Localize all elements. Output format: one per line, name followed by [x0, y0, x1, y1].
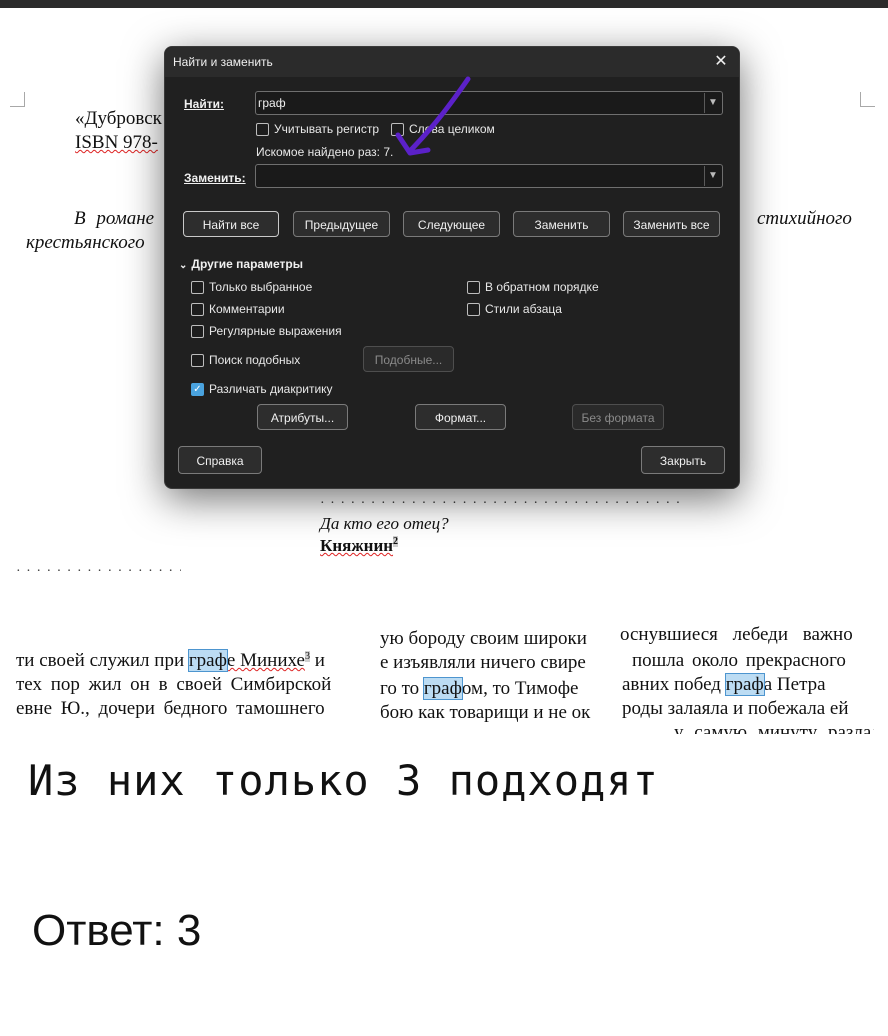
footnote-mark: 2	[393, 536, 399, 548]
checkbox-box[interactable]	[256, 122, 269, 136]
next-button[interactable]: Следующее	[403, 211, 500, 237]
search-results-strip: ти своей служил при графе Минихе3 и тех …	[0, 626, 888, 734]
match-case-label: Учитывать регистр	[274, 122, 380, 136]
text-line: оснувшиеся лебеди важно	[620, 626, 853, 645]
find-all-button[interactable]: Найти все	[183, 211, 279, 237]
match-case-checkbox[interactable]: Учитывать регистр	[256, 122, 379, 136]
comments-checkbox[interactable]: Комментарии	[191, 302, 285, 316]
close-button[interactable]: Закрыть	[641, 446, 725, 474]
selection-only-checkbox[interactable]: Только выбранное	[191, 280, 312, 294]
help-button[interactable]: Справка	[178, 446, 262, 474]
annotation-arrow-icon	[395, 76, 471, 156]
chevron-down-icon[interactable]: ▼	[704, 166, 721, 186]
previous-button[interactable]: Предыдущее	[293, 211, 390, 237]
checkbox-box[interactable]	[467, 280, 480, 294]
text-line: го то графом, то Тимофе	[380, 677, 579, 700]
text-column-3: оснувшиеся лебеди важно пошла около прек…	[620, 626, 874, 734]
text-line: е изъявляли ничего свире	[380, 652, 586, 673]
regex-label: Регулярные выражения	[209, 324, 342, 338]
dotted-line: · · · · · · · · · · · · · · · · · · · · …	[320, 496, 680, 511]
doc-title-line: «Дубровск	[75, 108, 162, 129]
other-params-toggle[interactable]: ⌄ Другие параметры	[179, 257, 303, 271]
found-count-text: Искомое найдено раз: 7.	[256, 145, 394, 159]
page-corner-mark	[10, 92, 25, 107]
replace-all-button[interactable]: Заменить все	[623, 211, 720, 237]
similarity-label: Поиск подобных	[209, 353, 301, 367]
paragraph-styles-label: Стили абзаца	[485, 302, 562, 316]
highlighted-match: граф	[422, 677, 463, 700]
chevron-down-icon[interactable]: ▼	[704, 93, 721, 113]
text-segment: е Минихе	[226, 650, 305, 671]
find-label: Найти:	[184, 97, 224, 111]
close-icon[interactable]: ✕	[711, 52, 731, 72]
text-line: ти своей служил при графе Минихе3 и	[16, 649, 325, 672]
doc-dialog-line: Да кто его отец?	[320, 514, 449, 533]
backwards-label: В обратном порядке	[485, 280, 599, 294]
dialog-title: Найти и заменить	[173, 55, 273, 69]
find-input[interactable]: граф ▼	[255, 91, 723, 115]
regex-checkbox[interactable]: Регулярные выражения	[191, 324, 342, 338]
text-column-2: ую бороду своим широки е изъявляли ничег…	[378, 626, 614, 734]
comments-label: Комментарии	[209, 302, 285, 316]
text-segment: ти своей служил при	[16, 650, 189, 671]
text-segment: авних побед	[622, 674, 726, 695]
text-line: тех пор жил он в своей Симбирской	[16, 674, 332, 695]
checkbox-box[interactable]	[191, 324, 204, 338]
doc-isbn-line: ISBN 978-	[75, 132, 158, 153]
checkbox-box[interactable]	[191, 302, 204, 316]
text-line: бою как товарищи и не ок	[380, 702, 591, 723]
highlighted-match: граф	[724, 673, 765, 696]
selection-only-label: Только выбранное	[209, 280, 313, 294]
answer-text: Ответ: 3	[32, 906, 202, 955]
text-line: пошла около прекрасного	[632, 650, 846, 671]
chevron-down-icon: ⌄	[179, 260, 188, 271]
dotted-separator: · · · · · · · · · · · · · · · · · · · ·	[16, 564, 181, 579]
other-params-label: Другие параметры	[191, 257, 303, 271]
diacritics-checkbox[interactable]: ✓ Различать диакритику	[191, 382, 333, 396]
page-corner-mark	[860, 92, 875, 107]
window-top-bar	[0, 0, 888, 8]
text-column-1: ти своей служил при графе Минихе3 и тех …	[0, 626, 368, 734]
text-line: у самую минуту разлался	[674, 722, 874, 734]
similarity-checkbox[interactable]: Поиск подобных	[191, 353, 300, 367]
find-replace-dialog: Найти и заменить ✕ Найти: граф ▼ Учитыва…	[164, 46, 740, 489]
doc-paragraph-line2: крестьянского	[26, 232, 145, 253]
text-segment: ом, то Тимофе	[461, 678, 579, 699]
similar-button[interactable]: Подобные...	[363, 346, 454, 372]
check-icon[interactable]: ✓	[191, 382, 204, 396]
text-line: авних побед графа Петра	[622, 673, 826, 696]
doc-paragraph-right: стихийного	[757, 208, 852, 229]
doc-bold-word: Княжнин	[320, 536, 394, 555]
backwards-checkbox[interactable]: В обратном порядке	[467, 280, 599, 294]
text-segment: го то	[380, 678, 424, 699]
checkbox-box[interactable]	[467, 302, 480, 316]
replace-input[interactable]: ▼	[255, 164, 723, 188]
attributes-button[interactable]: Атрибуты...	[257, 404, 348, 430]
format-button[interactable]: Формат...	[415, 404, 506, 430]
paragraph-styles-checkbox[interactable]: Стили абзаца	[467, 302, 562, 316]
diacritics-label: Различать диакритику	[209, 382, 333, 396]
handwritten-note: Из них только 3 подходят	[28, 756, 659, 805]
text-segment: а Петра	[763, 674, 826, 695]
checkbox-box[interactable]	[191, 353, 204, 367]
checkbox-box[interactable]	[191, 280, 204, 294]
text-line: ую бороду своим широки	[380, 628, 587, 649]
text-segment: и	[309, 650, 325, 671]
no-format-button[interactable]: Без формата	[572, 404, 664, 430]
find-value: граф	[258, 96, 286, 110]
replace-label: Заменить:	[184, 171, 246, 185]
doc-paragraph-left: В романе	[74, 208, 155, 229]
doc-bold-line: Княжнин2	[320, 536, 399, 556]
replace-button[interactable]: Заменить	[513, 211, 610, 237]
text-line: евне Ю., дочери бедного тамошнего	[16, 698, 325, 719]
text-line: роды залаяла и побежала ей	[622, 698, 849, 719]
highlighted-match: граф	[187, 649, 228, 672]
